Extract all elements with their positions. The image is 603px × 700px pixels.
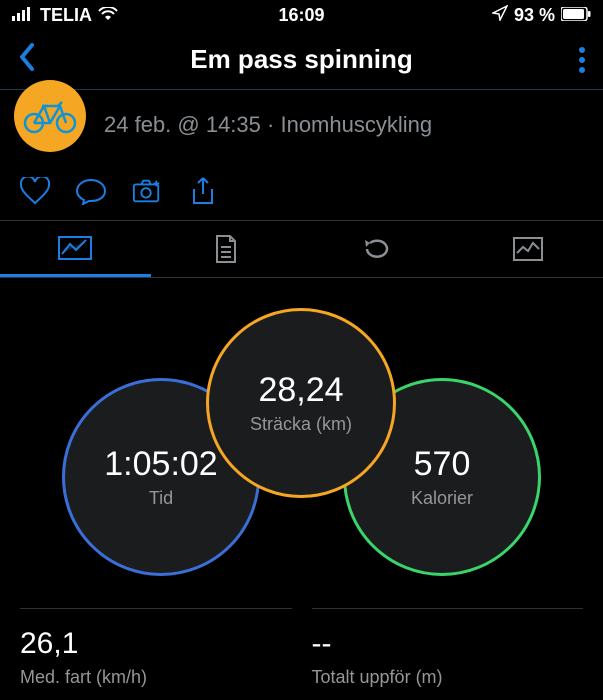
camera-icon	[132, 178, 162, 204]
summary-circles: 1:05:02 Tid 570 Kalorier 28,24 Sträcka (…	[0, 308, 603, 598]
distance-value: 28,24	[258, 371, 343, 410]
stat-total-ascent: -- Totalt uppför (m)	[312, 608, 584, 688]
tab-stats[interactable]	[0, 221, 151, 277]
activity-meta-text: 24 feb. @ 14:35 · Inomhuscykling	[104, 112, 432, 138]
total-ascent-value: --	[312, 627, 584, 661]
calories-label: Kalorier	[411, 488, 473, 509]
wifi-icon	[98, 5, 118, 26]
laps-icon	[362, 237, 392, 261]
status-left: TELIA	[12, 5, 118, 26]
distance-label: Sträcka (km)	[250, 414, 352, 435]
avg-speed-label: Med. fart (km/h)	[20, 667, 292, 688]
signal-icon	[12, 5, 34, 26]
avg-speed-value: 26,1	[20, 627, 292, 661]
share-button[interactable]	[188, 176, 218, 206]
back-button[interactable]	[18, 42, 36, 77]
status-right: 93 %	[492, 5, 591, 26]
photo-button[interactable]	[132, 176, 162, 206]
circle-distance: 28,24 Sträcka (km)	[206, 308, 396, 498]
tab-details[interactable]	[151, 221, 302, 277]
chart-icon	[513, 237, 543, 261]
stat-avg-speed: 26,1 Med. fart (km/h)	[20, 608, 292, 688]
comment-button[interactable]	[76, 176, 106, 206]
activity-date: 24 feb. @ 14:35	[104, 112, 261, 137]
total-ascent-label: Totalt uppför (m)	[312, 667, 584, 688]
heart-icon	[20, 177, 50, 205]
nav-bar: Em pass spinning	[0, 30, 603, 90]
tabs	[0, 220, 603, 278]
comment-icon	[76, 177, 106, 205]
bike-icon	[22, 98, 78, 134]
stats-icon	[58, 236, 92, 260]
battery-percent: 93 %	[514, 5, 555, 26]
status-bar: TELIA 16:09 93 %	[0, 0, 603, 30]
carrier-label: TELIA	[40, 5, 92, 26]
separator: ·	[267, 112, 274, 137]
location-icon	[492, 5, 508, 26]
activity-meta: 24 feb. @ 14:35 · Inomhuscykling	[0, 90, 603, 170]
battery-icon	[561, 5, 591, 26]
page-title: Em pass spinning	[190, 44, 413, 75]
bottom-stats: 26,1 Med. fart (km/h) -- Totalt uppför (…	[0, 608, 603, 688]
tab-laps[interactable]	[302, 221, 453, 277]
time-value: 1:05:02	[104, 445, 217, 484]
calories-value: 570	[414, 445, 471, 484]
more-button[interactable]	[579, 47, 585, 73]
like-button[interactable]	[20, 176, 50, 206]
social-actions	[0, 170, 603, 220]
tab-charts[interactable]	[452, 221, 603, 277]
time-label: Tid	[149, 488, 173, 509]
avatar[interactable]	[14, 80, 86, 152]
status-time: 16:09	[278, 5, 324, 26]
activity-type: Inomhuscykling	[280, 112, 432, 137]
share-icon	[190, 176, 216, 206]
document-icon	[214, 235, 238, 263]
